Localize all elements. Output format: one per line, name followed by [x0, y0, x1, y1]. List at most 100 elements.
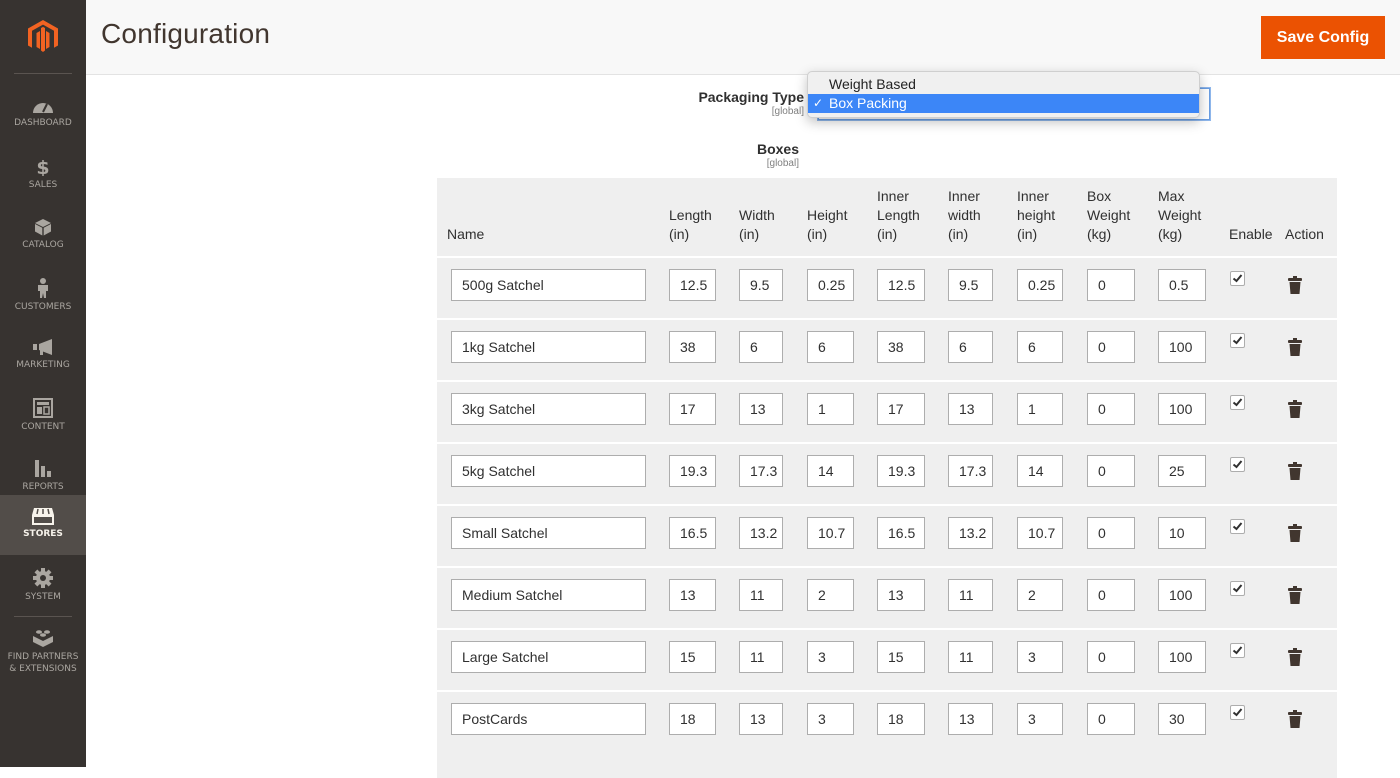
inner-height-input[interactable]: 3 [1017, 703, 1063, 735]
width-input[interactable]: 9.5 [739, 269, 783, 301]
inner-height-input[interactable]: 3 [1017, 641, 1063, 673]
box-name-input[interactable]: Small Satchel [451, 517, 646, 549]
box-name-input[interactable]: Large Satchel [451, 641, 646, 673]
max-weight-input[interactable]: 100 [1158, 641, 1206, 673]
length-input[interactable]: 19.3 [669, 455, 716, 487]
enable-checkbox[interactable] [1230, 643, 1245, 658]
box-weight-input[interactable]: 0 [1087, 455, 1135, 487]
max-weight-input[interactable]: 25 [1158, 455, 1206, 487]
delete-row-button[interactable] [1288, 648, 1302, 671]
box-name-input[interactable]: 5kg Satchel [451, 455, 646, 487]
width-input[interactable]: 6 [739, 331, 783, 363]
box-weight-input[interactable]: 0 [1087, 517, 1135, 549]
height-input[interactable]: 2 [807, 579, 854, 611]
inner-height-input[interactable]: 1 [1017, 393, 1063, 425]
box-weight-input[interactable]: 0 [1087, 579, 1135, 611]
sidebar-item-system[interactable]: System [0, 556, 86, 616]
width-input[interactable]: 11 [739, 641, 783, 673]
width-input[interactable]: 13.2 [739, 517, 783, 549]
delete-row-button[interactable] [1288, 586, 1302, 609]
sidebar-item-customers[interactable]: Customers [0, 266, 86, 326]
sidebar-item-content[interactable]: Content [0, 386, 86, 446]
box-name-input[interactable]: PostCards [451, 703, 646, 735]
box-name-input[interactable]: Medium Satchel [451, 579, 646, 611]
enable-checkbox[interactable] [1230, 395, 1245, 410]
width-input[interactable]: 13 [739, 393, 783, 425]
inner-height-input[interactable]: 0.25 [1017, 269, 1063, 301]
box-weight-input[interactable]: 0 [1087, 393, 1135, 425]
enable-checkbox[interactable] [1230, 457, 1245, 472]
height-input[interactable]: 6 [807, 331, 854, 363]
enable-checkbox[interactable] [1230, 271, 1245, 286]
width-input[interactable]: 13 [739, 703, 783, 735]
width-input[interactable]: 17.3 [739, 455, 783, 487]
height-input[interactable]: 3 [807, 641, 854, 673]
sidebar-item-find-partners[interactable]: Find Partners & Extensions [0, 616, 86, 680]
inner-width-input[interactable]: 13 [948, 703, 993, 735]
max-weight-input[interactable]: 100 [1158, 331, 1206, 363]
inner-width-input[interactable]: 6 [948, 331, 993, 363]
inner-length-input[interactable]: 16.5 [877, 517, 925, 549]
inner-height-input[interactable]: 14 [1017, 455, 1063, 487]
inner-length-input[interactable]: 19.3 [877, 455, 925, 487]
inner-width-input[interactable]: 13 [948, 393, 993, 425]
inner-length-input[interactable]: 12.5 [877, 269, 925, 301]
box-weight-input[interactable]: 0 [1087, 703, 1135, 735]
length-input[interactable]: 16.5 [669, 517, 716, 549]
height-input[interactable]: 1 [807, 393, 854, 425]
max-weight-input[interactable]: 10 [1158, 517, 1206, 549]
height-input[interactable]: 10.7 [807, 517, 854, 549]
enable-checkbox[interactable] [1230, 333, 1245, 348]
enable-checkbox[interactable] [1230, 705, 1245, 720]
sidebar-item-stores[interactable]: Stores [0, 495, 86, 555]
inner-length-input[interactable]: 18 [877, 703, 925, 735]
length-input[interactable]: 12.5 [669, 269, 716, 301]
inner-width-input[interactable]: 17.3 [948, 455, 993, 487]
dropdown-option-weight-based[interactable]: Weight Based [808, 75, 1199, 94]
sidebar-item-catalog[interactable]: Catalog [0, 206, 86, 266]
max-weight-input[interactable]: 30 [1158, 703, 1206, 735]
sidebar-item-marketing[interactable]: Marketing [0, 326, 86, 386]
delete-row-button[interactable] [1288, 462, 1302, 485]
inner-height-input[interactable]: 6 [1017, 331, 1063, 363]
delete-row-button[interactable] [1288, 710, 1302, 733]
length-input[interactable]: 13 [669, 579, 716, 611]
height-input[interactable]: 3 [807, 703, 854, 735]
enable-checkbox[interactable] [1230, 519, 1245, 534]
box-weight-input[interactable]: 0 [1087, 269, 1135, 301]
height-input[interactable]: 14 [807, 455, 854, 487]
box-weight-input[interactable]: 0 [1087, 641, 1135, 673]
magento-logo[interactable] [0, 0, 86, 74]
sidebar-item-sales[interactable]: $ Sales [0, 146, 86, 206]
inner-length-input[interactable]: 13 [877, 579, 925, 611]
length-input[interactable]: 38 [669, 331, 716, 363]
enable-checkbox[interactable] [1230, 581, 1245, 596]
inner-width-input[interactable]: 9.5 [948, 269, 993, 301]
length-input[interactable]: 18 [669, 703, 716, 735]
max-weight-input[interactable]: 100 [1158, 393, 1206, 425]
delete-row-button[interactable] [1288, 338, 1302, 361]
dropdown-option-box-packing[interactable]: ✓ Box Packing [808, 94, 1199, 113]
box-name-input[interactable]: 1kg Satchel [451, 331, 646, 363]
length-input[interactable]: 17 [669, 393, 716, 425]
inner-width-input[interactable]: 11 [948, 641, 993, 673]
delete-row-button[interactable] [1288, 400, 1302, 423]
height-input[interactable]: 0.25 [807, 269, 854, 301]
inner-height-input[interactable]: 2 [1017, 579, 1063, 611]
width-input[interactable]: 11 [739, 579, 783, 611]
delete-row-button[interactable] [1288, 524, 1302, 547]
inner-length-input[interactable]: 17 [877, 393, 925, 425]
save-config-button[interactable]: Save Config [1261, 16, 1385, 59]
length-input[interactable]: 15 [669, 641, 716, 673]
inner-width-input[interactable]: 11 [948, 579, 993, 611]
inner-length-input[interactable]: 15 [877, 641, 925, 673]
delete-row-button[interactable] [1288, 276, 1302, 299]
sidebar-item-dashboard[interactable]: Dashboard [0, 86, 86, 146]
max-weight-input[interactable]: 0.5 [1158, 269, 1206, 301]
max-weight-input[interactable]: 100 [1158, 579, 1206, 611]
box-name-input[interactable]: 500g Satchel [451, 269, 646, 301]
box-weight-input[interactable]: 0 [1087, 331, 1135, 363]
inner-length-input[interactable]: 38 [877, 331, 925, 363]
inner-width-input[interactable]: 13.2 [948, 517, 993, 549]
box-name-input[interactable]: 3kg Satchel [451, 393, 646, 425]
